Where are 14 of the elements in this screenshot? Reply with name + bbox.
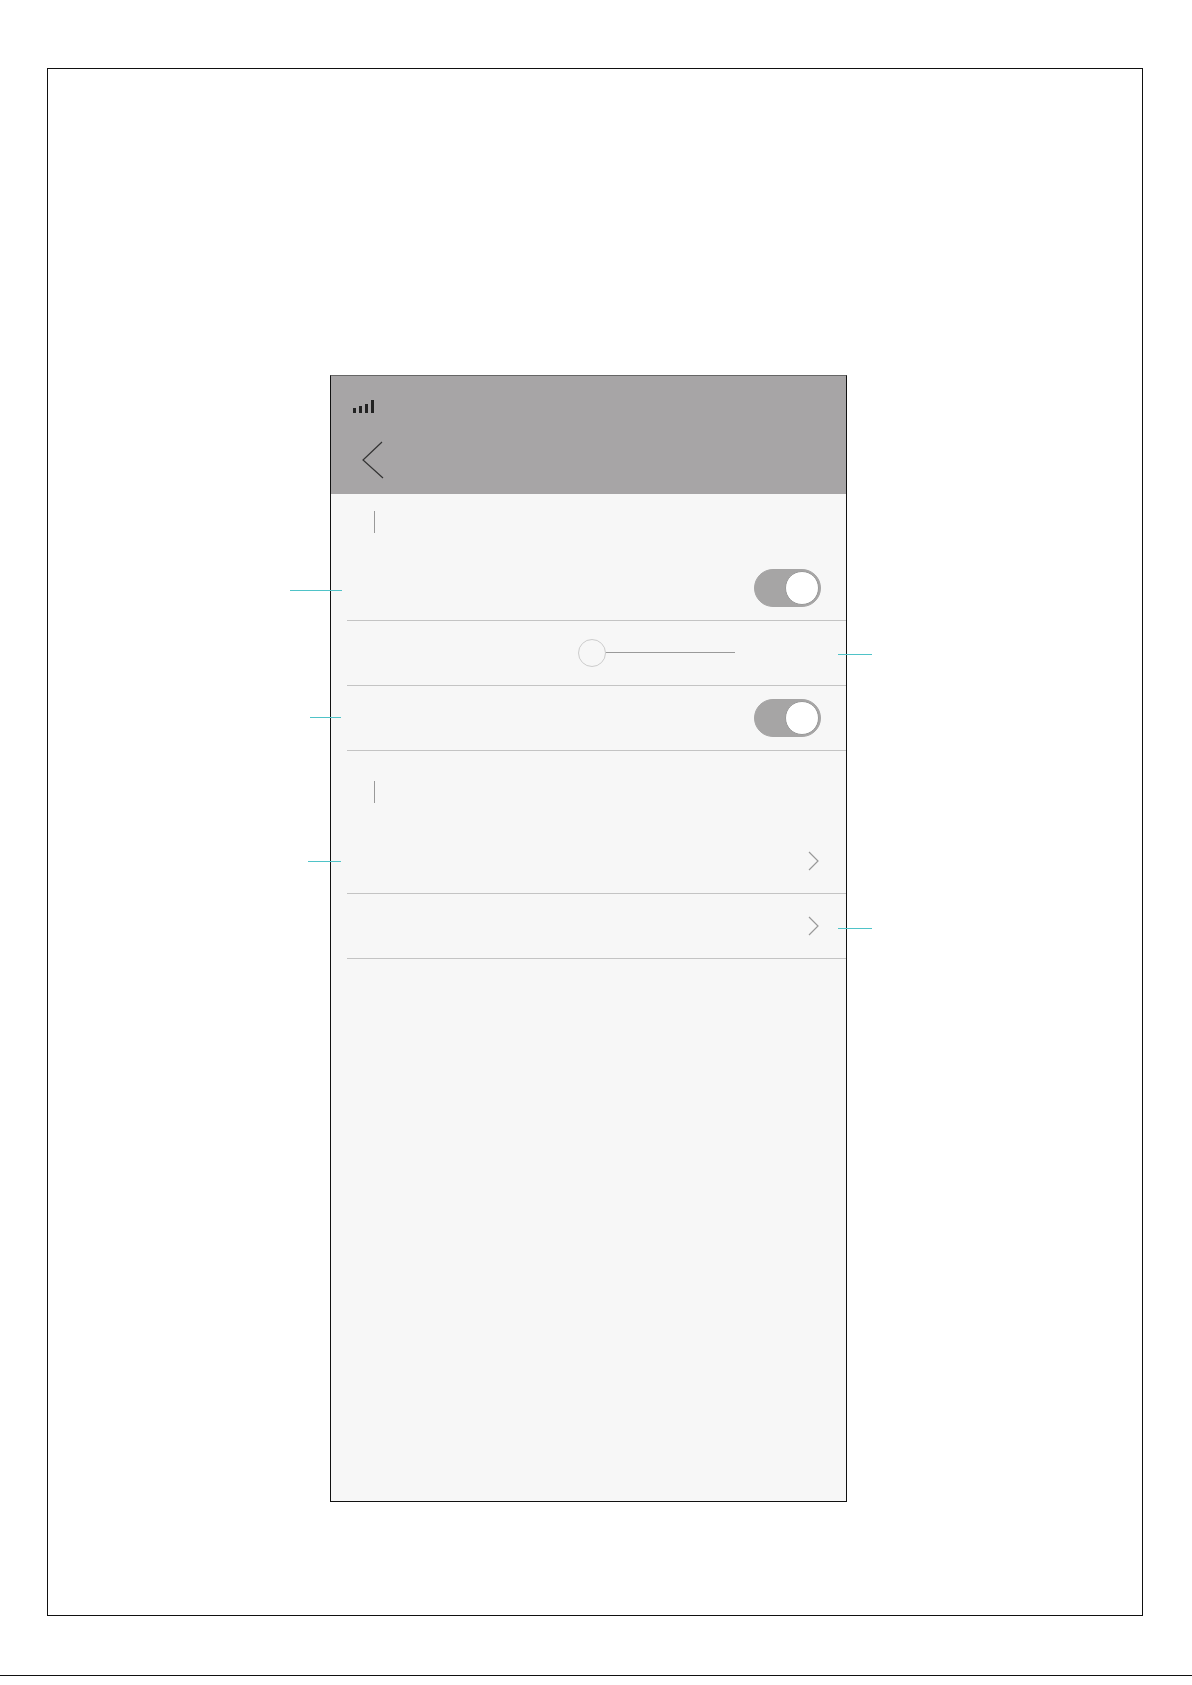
section-marker xyxy=(374,781,375,803)
signal-icon xyxy=(353,400,374,413)
leader-line xyxy=(290,590,342,591)
leader-line xyxy=(308,861,341,862)
leader-line xyxy=(310,717,341,718)
section-marker xyxy=(374,511,375,533)
chevron-icon[interactable] xyxy=(808,916,819,936)
back-button[interactable] xyxy=(362,441,384,479)
toggle-switch[interactable] xyxy=(754,699,821,737)
chevron-icon[interactable] xyxy=(808,851,819,871)
slider-thumb[interactable] xyxy=(578,639,606,667)
leader-line xyxy=(838,928,872,929)
leader-line xyxy=(838,654,872,655)
toggle-switch[interactable] xyxy=(754,569,821,607)
